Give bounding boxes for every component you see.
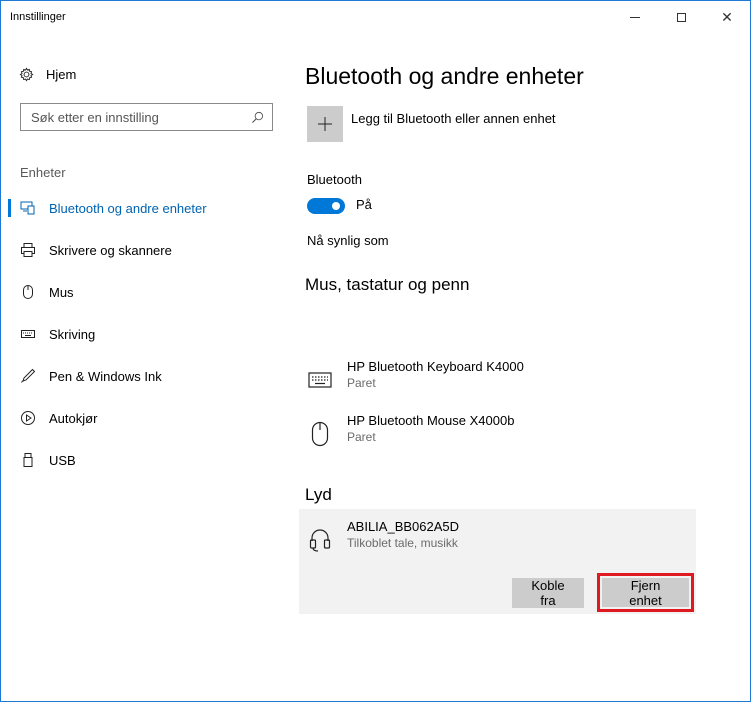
search-input[interactable]: [31, 109, 231, 125]
search-box[interactable]: [20, 103, 273, 131]
sidebar-item-label: Bluetooth og andre enheter: [49, 200, 207, 216]
sidebar-item-mouse[interactable]: Mus: [1, 272, 289, 312]
keyboard-icon: [307, 367, 333, 393]
title-bar: Innstillinger ✕: [1, 1, 750, 33]
sidebar-item-pen[interactable]: Pen & Windows Ink: [1, 356, 289, 396]
minimize-button[interactable]: [612, 1, 658, 33]
device-name: ABILIA_BB062A5D: [347, 519, 460, 534]
bluetooth-devices-icon: [20, 200, 36, 216]
minimize-icon: [630, 16, 640, 18]
main-content: Bluetooth og andre enheter Legg til Blue…: [289, 33, 750, 701]
search-icon: [251, 111, 264, 124]
section-heading-input: Mus, tastatur og penn: [305, 275, 470, 294]
bluetooth-label: Bluetooth: [307, 172, 362, 187]
mouse-icon: [20, 284, 36, 300]
home-label: Hjem: [46, 67, 77, 82]
visible-as-label: Nå synlig som: [307, 233, 389, 248]
add-device-button[interactable]: [307, 106, 343, 142]
headset-icon: [307, 527, 333, 553]
keyboard-icon: [20, 326, 36, 342]
usb-icon: [20, 452, 36, 468]
sidebar-item-bluetooth[interactable]: Bluetooth og andre enheter: [1, 188, 289, 228]
sidebar-item-label: USB: [49, 452, 76, 468]
sidebar-item-label: Skriving: [49, 326, 96, 342]
settings-window: Innstillinger ✕ Hjem Enheter: [0, 0, 751, 702]
remove-device-button[interactable]: Fjern enhet: [602, 578, 689, 608]
device-status: Tilkoblet tale, musikk: [347, 536, 458, 550]
sidebar-item-autoplay[interactable]: Autokjør: [1, 398, 289, 438]
highlight-frame: Fjern enhet: [597, 573, 694, 612]
sidebar-item-printers[interactable]: Skrivere og skannere: [1, 230, 289, 270]
section-label-devices: Enheter: [20, 165, 66, 180]
printer-icon: [20, 242, 36, 258]
maximize-button[interactable]: [658, 1, 704, 33]
sidebar: Hjem Enheter Bluetooth og andre enheter: [1, 33, 289, 701]
device-status: Paret: [347, 430, 376, 444]
device-name: HP Bluetooth Keyboard K4000: [347, 359, 524, 374]
sidebar-item-usb[interactable]: USB: [1, 440, 289, 480]
page-title: Bluetooth og andre enheter: [305, 63, 584, 89]
home-link[interactable]: Hjem: [19, 67, 76, 82]
device-mouse[interactable]: HP Bluetooth Mouse X4000b Paret: [305, 413, 695, 457]
device-name: HP Bluetooth Mouse X4000b: [347, 413, 515, 428]
section-heading-audio: Lyd: [305, 485, 332, 504]
sidebar-item-label: Mus: [49, 284, 74, 300]
sidebar-item-label: Autokjør: [49, 410, 98, 426]
autoplay-icon: [20, 410, 36, 426]
device-status: Paret: [347, 376, 376, 390]
sidebar-item-label: Skrivere og skannere: [49, 242, 172, 258]
pen-icon: [20, 368, 36, 384]
plus-icon: [318, 117, 332, 131]
disconnect-button[interactable]: Koble fra: [512, 578, 584, 608]
window-title: Innstillinger: [10, 11, 66, 23]
add-device-label[interactable]: Legg til Bluetooth eller annen enhet: [351, 111, 556, 126]
close-icon: ✕: [721, 9, 733, 25]
sidebar-item-typing[interactable]: Skriving: [1, 314, 289, 354]
selection-indicator: [8, 199, 11, 217]
device-keyboard[interactable]: HP Bluetooth Keyboard K4000 Paret: [305, 359, 695, 403]
toggle-knob: [332, 202, 340, 210]
audio-device-panel[interactable]: ABILIA_BB062A5D Tilkoblet tale, musikk K…: [299, 509, 696, 614]
gear-icon: [19, 67, 34, 82]
device-headset[interactable]: ABILIA_BB062A5D Tilkoblet tale, musikk: [305, 519, 695, 563]
bluetooth-state: På: [356, 197, 372, 212]
close-button[interactable]: ✕: [704, 1, 750, 33]
sidebar-item-label: Pen & Windows Ink: [49, 368, 162, 384]
bluetooth-toggle[interactable]: [307, 198, 345, 214]
mouse-icon: [307, 421, 333, 447]
maximize-icon: [676, 12, 686, 22]
